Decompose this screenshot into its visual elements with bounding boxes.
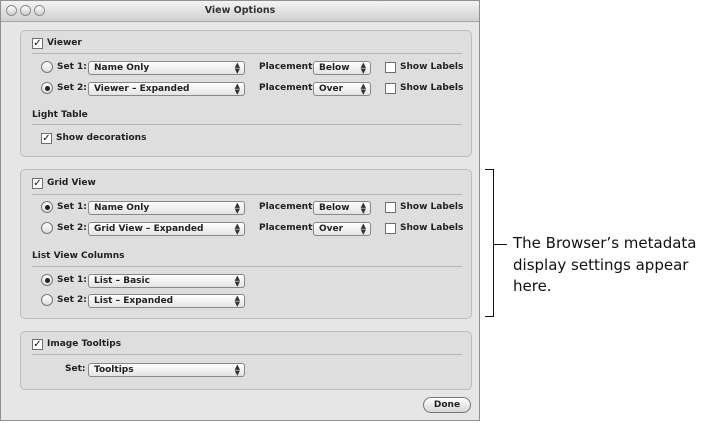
grid-set2-show-labels: Show Labels (400, 223, 464, 233)
list-set2-label: Set 2: (57, 295, 87, 305)
grid-set1-label: Set 1: (57, 202, 87, 212)
grid-set1-radio[interactable] (41, 201, 53, 213)
viewer-set1-show-labels: Show Labels (400, 62, 464, 72)
image-tooltips-panel: ✓ Image Tooltips Set: Tooltips ▲ ▼ (20, 331, 472, 390)
divider (32, 53, 462, 54)
viewer-label: Viewer (47, 38, 82, 48)
callout-text: The Browser’s metadata display settings … (513, 234, 697, 295)
list-set1-radio[interactable] (41, 274, 53, 286)
list-set1-label: Set 1: (57, 275, 87, 285)
grid-set2-popup[interactable]: Grid View – Expanded ▲ ▼ (88, 222, 245, 236)
list-view-columns-heading: List View Columns (32, 251, 125, 261)
divider (32, 354, 462, 355)
tooltips-set-label: Set: (65, 364, 86, 374)
grid-set1-placement-popup[interactable]: Below ▲ ▼ (313, 201, 371, 215)
window-title: View Options (204, 5, 276, 16)
viewer-set2-placement-popup[interactable]: Over ▲ ▼ (313, 82, 371, 96)
callout-bracket (485, 169, 494, 317)
callout-pointer (494, 244, 507, 245)
show-decorations-checkbox[interactable]: ✓ (41, 133, 52, 144)
viewer-set1-placement-label: Placement: (259, 62, 316, 72)
image-tooltips-checkbox[interactable]: ✓ (32, 339, 43, 350)
divider (32, 194, 462, 195)
image-tooltips-label: Image Tooltips (47, 339, 122, 349)
grid-view-label: Grid View (47, 178, 96, 188)
light-table-heading: Light Table (32, 110, 88, 120)
list-set2-popup[interactable]: List – Expanded ▲ ▼ (88, 294, 245, 308)
viewer-set1-radio[interactable] (41, 61, 53, 73)
tooltips-set-popup[interactable]: Tooltips ▲ ▼ (88, 363, 245, 377)
viewer-set2-placement-label: Placement: (259, 83, 316, 93)
grid-view-panel: ✓ Grid View Set 1: Name Only ▲ ▼ Placement… (20, 169, 472, 319)
viewer-set2-popup[interactable]: Viewer – Expanded ▲ ▼ (88, 82, 245, 96)
grid-view-checkbox[interactable]: ✓ (32, 178, 43, 189)
viewer-set2-radio[interactable] (41, 82, 53, 94)
grid-set1-show-labels-checkbox[interactable] (385, 202, 396, 213)
divider (32, 124, 462, 125)
grid-set1-popup[interactable]: Name Only ▲ ▼ (88, 201, 245, 215)
grid-set2-show-labels-checkbox[interactable] (385, 223, 396, 234)
list-set1-popup[interactable]: List – Basic ▲ ▼ (88, 274, 245, 288)
viewer-set2-show-labels: Show Labels (400, 83, 464, 93)
grid-set2-placement-popup[interactable]: Over ▲ ▼ (313, 222, 371, 236)
grid-set1-show-labels: Show Labels (400, 202, 464, 212)
view-options-window: View Options ✓ Viewer Set 1: Name Only ▲ ▼… (0, 0, 480, 421)
viewer-checkbox[interactable]: ✓ (32, 38, 43, 49)
divider (32, 266, 462, 267)
grid-set1-placement-label: Placement: (259, 202, 316, 212)
viewer-set1-show-labels-checkbox[interactable] (385, 62, 396, 73)
viewer-set1-popup[interactable]: Name Only ▲ ▼ (88, 61, 245, 75)
viewer-set2-show-labels-checkbox[interactable] (385, 83, 396, 94)
viewer-set1-placement-popup[interactable]: Below ▲ ▼ (313, 61, 371, 75)
title-bar[interactable]: View Options (1, 1, 479, 22)
grid-set2-placement-label: Placement: (259, 223, 316, 233)
list-set2-radio[interactable] (41, 294, 53, 306)
done-button[interactable]: Done (423, 397, 471, 413)
grid-set2-radio[interactable] (41, 222, 53, 234)
grid-set2-label: Set 2: (57, 223, 87, 233)
viewer-set2-label: Set 2: (57, 83, 87, 93)
viewer-set1-label: Set 1: (57, 62, 87, 72)
viewer-panel: ✓ Viewer Set 1: Name Only ▲ ▼ Placement: B… (20, 30, 472, 157)
show-decorations-label: Show decorations (56, 133, 147, 143)
